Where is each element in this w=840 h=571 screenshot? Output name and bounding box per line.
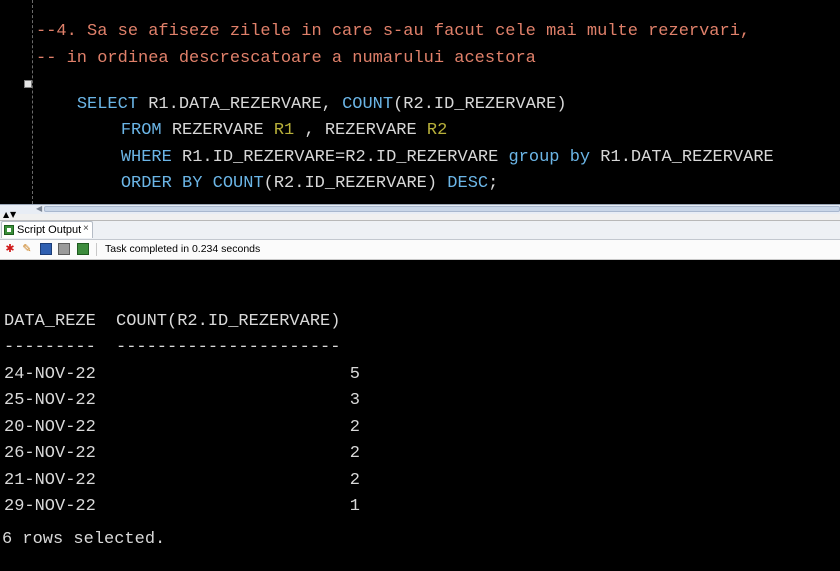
cell-count: 2 [349, 418, 360, 437]
scroll-left-icon[interactable]: ◀ [36, 204, 42, 213]
identifier: (R2.ID_REZERVARE) [263, 174, 448, 193]
pin-icon[interactable]: ✱ [4, 243, 16, 255]
code-fold-icon[interactable] [24, 80, 32, 88]
script-output-icon [4, 225, 14, 235]
tab-label: Script Output [17, 224, 82, 236]
cell-count: 1 [349, 497, 360, 516]
column-header-count: COUNT(R2.ID_REZERVARE) [116, 312, 341, 331]
sql-editor[interactable]: --4. Sa se afiseze zilele in care s-au f… [0, 0, 840, 204]
tab-script-output[interactable]: Script Output × [1, 221, 93, 238]
keyword: group by [508, 148, 591, 167]
keyword: COUNT [212, 174, 264, 193]
underline-count: ---------------------- [116, 338, 341, 357]
gutter-guide [32, 0, 33, 204]
cell-count: 2 [349, 444, 360, 463]
identifier: R1.DATA_REZERVARE [590, 148, 774, 167]
cell-count: 3 [349, 391, 360, 410]
keyword: DESC [447, 174, 489, 193]
editor-horizontal-scrollbar[interactable]: ◀ [0, 204, 840, 214]
code-line-order-by: ORDER BY COUNT(R2.ID_REZERVARE) DESC; [80, 154, 499, 204]
code-comment-line-1: --4. Sa se afiseze zilele in care s-au f… [36, 22, 751, 41]
save-as-icon[interactable] [77, 243, 89, 255]
identifier: ; [488, 174, 499, 193]
cell-count: 2 [349, 471, 360, 490]
table-row: 29-NOV-22 1 [2, 477, 360, 537]
collapse-up-icon[interactable]: ▲ [3, 210, 9, 219]
expand-down-icon[interactable]: ▼ [10, 210, 16, 219]
script-output-area: DATA_REZE COUNT(R2.ID_REZERVARE) --------… [0, 260, 840, 571]
panel-splitter[interactable]: ▲ ▼ [0, 210, 840, 221]
rows-selected-message: 6 rows selected. [2, 530, 166, 549]
cell-date: 29-NOV-22 [4, 497, 96, 516]
toolbar-separator [96, 243, 97, 256]
save-icon[interactable] [40, 243, 52, 255]
keyword: ORDER BY [120, 174, 203, 193]
status-message: Task completed in 0.234 seconds [105, 243, 261, 255]
eraser-icon[interactable]: ✎ [21, 243, 33, 255]
output-toolbar: ✱ ✎ Task completed in 0.234 seconds [0, 240, 840, 260]
print-icon[interactable] [58, 243, 70, 255]
cell-count: 5 [349, 365, 360, 384]
output-tab-bar: Script Output × [0, 221, 840, 240]
close-icon[interactable]: × [83, 223, 89, 234]
scrollbar-thumb[interactable] [44, 206, 840, 212]
code-comment-line-2: -- in ordinea descrescatoare a numarului… [36, 49, 536, 68]
identifier [202, 174, 212, 193]
